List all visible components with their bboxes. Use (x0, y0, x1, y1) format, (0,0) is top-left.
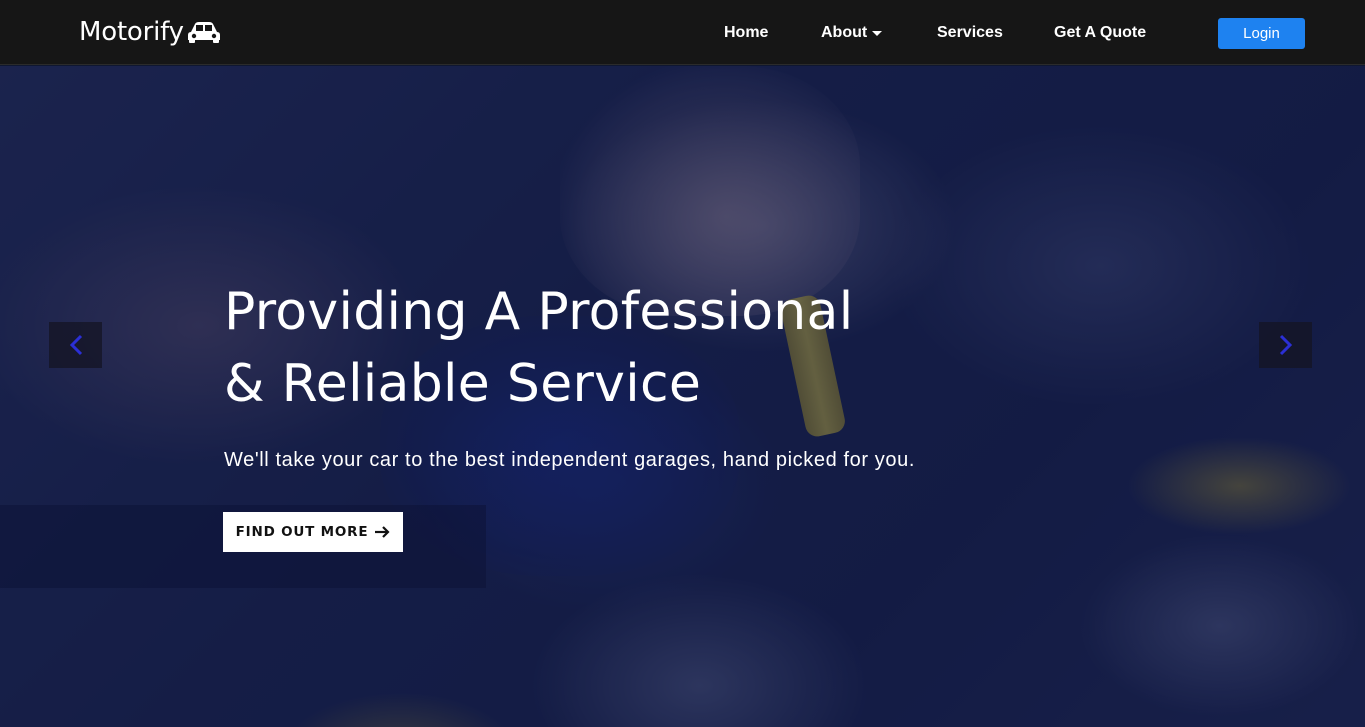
nav-link-home[interactable]: Home (724, 24, 768, 42)
brand-name: Motorify (79, 17, 184, 47)
chevron-left-icon (69, 334, 82, 356)
hero-headline-line1: Providing A Professional (224, 282, 854, 342)
hero-subtitle: We'll take your car to the best independ… (224, 449, 915, 471)
login-button[interactable]: Login (1218, 18, 1305, 49)
find-out-more-button[interactable]: FIND OUT MORE (223, 512, 403, 552)
arrow-right-icon (375, 526, 390, 538)
caret-down-icon (872, 31, 883, 36)
nav-link-get-a-quote[interactable]: Get A Quote (1054, 24, 1146, 42)
nav-link-services[interactable]: Services (937, 24, 1003, 42)
nav-link-label: Get A Quote (1054, 24, 1147, 41)
car-icon (187, 22, 220, 43)
carousel-next-button[interactable] (1259, 322, 1312, 368)
brand-logo[interactable]: Motorify (79, 17, 222, 47)
nav-link-label: Home (724, 24, 769, 41)
hero-headline-line2: & Reliable Service (224, 354, 702, 414)
carousel-prev-button[interactable] (49, 322, 102, 368)
nav-link-label: About (821, 24, 868, 41)
navbar: Motorify Home About Services Get A Quote… (0, 0, 1365, 65)
nav-link-about[interactable]: About (821, 24, 883, 42)
chevron-right-icon (1279, 334, 1292, 356)
hero-headline: Providing A Professional & Reliable Serv… (224, 276, 853, 420)
nav-link-label: Services (937, 24, 1003, 41)
cta-label: FIND OUT MORE (235, 524, 369, 540)
